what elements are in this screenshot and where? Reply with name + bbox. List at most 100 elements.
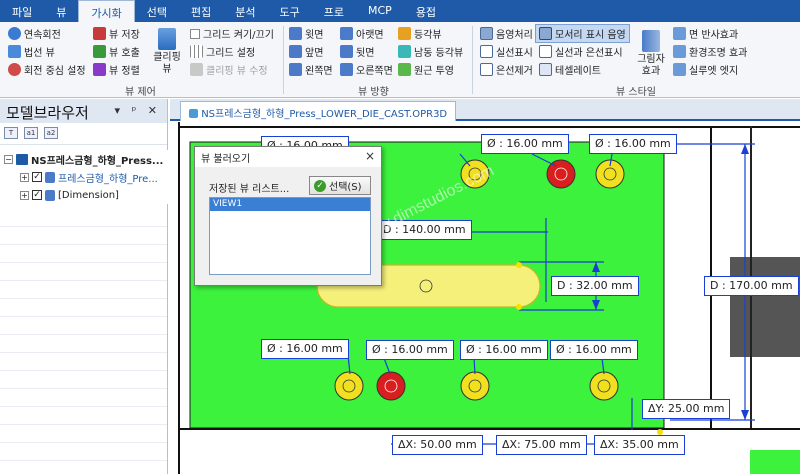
silhouette-edge-button[interactable]: 실루엣 엣지 <box>673 62 738 77</box>
dim-label-dx35[interactable]: ΔX: 35.00 mm <box>594 435 685 455</box>
side-boss <box>730 257 800 357</box>
check-icon: ✓ <box>314 179 326 192</box>
shaded-with-edges-button[interactable]: 모서리 표시 음영 <box>535 24 630 43</box>
dialog-close-button[interactable]: × <box>365 149 375 163</box>
isometric-view-button[interactable]: 등각뷰 <box>398 26 442 41</box>
dialog-titlebar: 뷰 불러오기 × <box>195 147 381 167</box>
model-browser-panel: 모델브라우저 ▾ ᵖ ✕ T a1 a2 − NS프레스금형_하형_Press.… <box>0 99 168 474</box>
top-view-button[interactable]: 윗면 <box>289 26 323 41</box>
se-isometric-icon <box>398 45 411 58</box>
dim-label-bot-2[interactable]: Ø : 16.00 mm <box>366 340 454 360</box>
tree-tool-a2-icon[interactable]: a2 <box>44 127 58 139</box>
shading-icon <box>480 27 493 40</box>
rotation-center-icon <box>8 63 21 76</box>
perspective-button[interactable]: 원근 투영 <box>398 62 454 77</box>
front-view-icon <box>289 45 302 58</box>
dim-label-top-3[interactable]: Ø : 16.00 mm <box>589 134 677 154</box>
solid-hidden-icon <box>539 45 552 58</box>
dim-label-bot-1[interactable]: Ø : 16.00 mm <box>261 339 349 359</box>
grid-toggle[interactable]: 그리드 켜기/끄기 <box>190 26 274 41</box>
clipping-edit-button[interactable]: 클리핑 뷰 수정 <box>190 62 268 77</box>
solid-and-hidden-button[interactable]: 실선과 은선표시 <box>539 44 623 59</box>
dim-label-d32[interactable]: D : 32.00 mm <box>551 276 639 296</box>
grid-checkbox[interactable] <box>190 28 200 39</box>
shadow-effect-button[interactable]: 그림자 효과 <box>636 30 666 78</box>
menu-item[interactable]: 가시화 <box>78 0 135 22</box>
menu-item[interactable]: 프로 <box>312 0 356 22</box>
menu-item[interactable]: 선택 <box>135 0 179 22</box>
clipping-label-2: 뷰 <box>162 64 172 75</box>
model-tree: − NS프레스금형_하형_Press... + ✓ 프레스금형_하형_Pre..… <box>0 150 168 204</box>
isometric-icon <box>398 27 411 40</box>
menu-item[interactable]: 용접 <box>404 0 448 22</box>
normal-view-icon <box>8 45 21 58</box>
saved-view-list[interactable]: VIEW1 <box>209 197 371 275</box>
face-reflection-button[interactable]: 면 반사효과 <box>673 26 738 41</box>
tessellate-icon <box>539 63 552 76</box>
dim-label-dx50[interactable]: ΔX: 50.00 mm <box>392 435 483 455</box>
tree-tool-a1-icon[interactable]: a1 <box>24 127 38 139</box>
shadow-label-2: 효과 <box>641 66 661 77</box>
tree-item-dimension[interactable]: + ✓ [Dimension] <box>0 186 168 204</box>
ambient-light-button[interactable]: 환경조명 효과 <box>673 44 747 59</box>
hole-bot-4 <box>589 371 619 401</box>
dim-label-d170[interactable]: D : 170.00 mm <box>704 276 799 296</box>
continuous-rotate-button[interactable]: 연속회전 <box>8 26 61 41</box>
menu-item[interactable]: 뷰 <box>44 0 78 22</box>
tessellate-button[interactable]: 테셀레이트 <box>539 62 601 77</box>
wireframe-button[interactable]: 실선표시 <box>480 44 533 59</box>
dim-label-bot-3[interactable]: Ø : 16.00 mm <box>460 340 548 360</box>
bottom-view-icon <box>340 27 353 40</box>
collapse-icon[interactable]: − <box>4 154 13 164</box>
grid-icon <box>190 45 203 58</box>
dim-label-top-2[interactable]: Ø : 16.00 mm <box>481 134 569 154</box>
clipping-view-button[interactable]: 클리핑 뷰 <box>152 28 182 76</box>
grid-settings-button[interactable]: 그리드 설정 <box>190 44 255 59</box>
visibility-checkbox[interactable]: ✓ <box>32 172 42 182</box>
normal-view-button[interactable]: 법선 뷰 <box>8 44 55 59</box>
menu-item[interactable]: 파일 <box>0 0 44 22</box>
expand-icon[interactable]: + <box>20 190 29 200</box>
tree-item-part[interactable]: + ✓ 프레스금형_하형_Pre... <box>0 168 168 186</box>
clipping-icon <box>158 28 176 50</box>
list-item[interactable]: VIEW1 <box>210 198 370 211</box>
rotation-center-button[interactable]: 회전 중심 설정 <box>8 62 86 77</box>
visibility-checkbox[interactable]: ✓ <box>32 190 42 200</box>
left-view-icon <box>289 63 302 76</box>
menu-bar: 파일 뷰 가시화 선택 편집 분석 도구 프로 MCP 용접 <box>0 0 800 22</box>
expand-icon[interactable]: + <box>20 172 29 182</box>
wireframe-icon <box>480 45 493 58</box>
menu-item[interactable]: 도구 <box>268 0 312 22</box>
hidden-line-button[interactable]: 은선제거 <box>480 62 533 77</box>
select-button[interactable]: ✓ 선택(S) <box>309 176 371 195</box>
back-view-button[interactable]: 뒷면 <box>340 44 374 59</box>
se-isometric-view-button[interactable]: 남동 등각뷰 <box>398 44 463 59</box>
outline-top <box>180 126 800 128</box>
front-view-button[interactable]: 앞면 <box>289 44 323 59</box>
menu-item[interactable]: MCP <box>356 0 404 22</box>
saved-view-list-label: 저장된 뷰 리스트... <box>209 184 290 195</box>
model-browser-title: 모델브라우저 ▾ ᵖ ✕ <box>0 99 167 123</box>
tree-tool-icon[interactable]: T <box>4 127 18 139</box>
left-view-button[interactable]: 왼쪽면 <box>289 62 333 77</box>
align-view-button[interactable]: 뷰 정렬 <box>93 62 140 77</box>
save-view-button[interactable]: 뷰 저장 <box>93 26 140 41</box>
tree-item-root[interactable]: − NS프레스금형_하형_Press... <box>0 150 168 168</box>
menu-item[interactable]: 분석 <box>223 0 267 22</box>
back-view-icon <box>340 45 353 58</box>
document-tab[interactable]: NS프레스금형_하형_Press_LOWER_DIE_CAST.OPR3D <box>180 101 457 121</box>
bottom-view-button[interactable]: 아랫면 <box>340 26 384 41</box>
outline-left <box>178 122 180 474</box>
ribbon: 연속회전 법선 뷰 회전 중심 설정 뷰 저장 뷰 호출 뷰 정렬 클리핑 뷰 그… <box>0 22 800 98</box>
top-view-icon <box>289 27 302 40</box>
group-label-view-direction: 뷰 방향 <box>358 87 389 98</box>
group-label-view-style: 뷰 스타일 <box>616 87 656 98</box>
dim-label-dx75[interactable]: ΔX: 75.00 mm <box>496 435 587 455</box>
shading-button[interactable]: 음영처리 <box>480 26 533 41</box>
right-view-button[interactable]: 오른쪽면 <box>340 62 393 77</box>
panel-controls[interactable]: ▾ ᵖ ✕ <box>115 104 161 117</box>
menu-item[interactable]: 편집 <box>179 0 223 22</box>
dim-label-dy25[interactable]: ΔY: 25.00 mm <box>642 399 731 419</box>
load-view-button[interactable]: 뷰 호출 <box>93 44 140 59</box>
dim-label-bot-4[interactable]: Ø : 16.00 mm <box>550 340 638 360</box>
